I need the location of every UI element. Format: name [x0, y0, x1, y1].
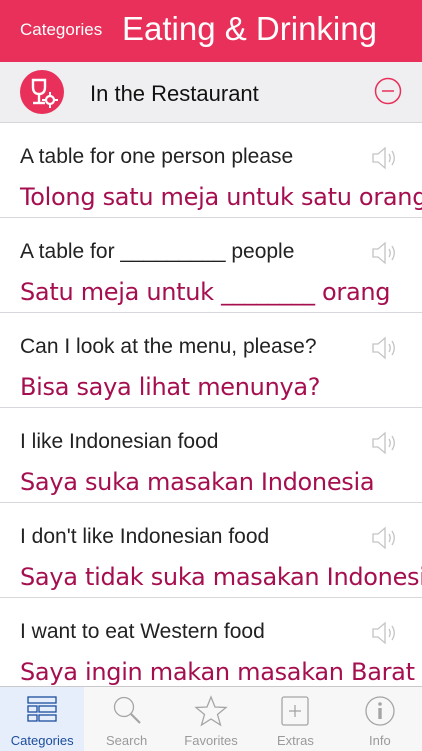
- page-title: Eating & Drinking: [122, 10, 377, 47]
- nav-bar: Categories Eating & Drinking: [0, 0, 422, 62]
- speaker-icon[interactable]: [370, 430, 400, 456]
- tab-bar: Categories Search Favorites Extras Info: [0, 686, 422, 751]
- phrase-translation: Saya tidak suka masakan Indonesia: [20, 563, 422, 591]
- info-icon: [365, 696, 395, 726]
- speaker-icon[interactable]: [370, 240, 400, 266]
- phrase-english: I don't like Indonesian food: [20, 525, 270, 548]
- phrase-english: A table for one person please: [20, 145, 294, 168]
- tab-categories[interactable]: Categories: [0, 687, 85, 751]
- categories-list-icon: [27, 696, 57, 722]
- phrase-translation: Tolong satu meja untuk satu orang: [20, 183, 422, 211]
- phrase-english: I like Indonesian food: [20, 430, 219, 453]
- phrase-translation: Bisa saya lihat menunya?: [20, 373, 321, 401]
- phrase-translation: Saya ingin makan masakan Barat: [20, 658, 415, 686]
- phrase-english: Can I look at the menu, please?: [20, 335, 317, 358]
- phrase-row[interactable]: A table for _________ people Satu meja u…: [0, 218, 422, 313]
- phrase-row[interactable]: I like Indonesian food Saya suka masakan…: [0, 408, 422, 503]
- phrase-list: A table for one person please Tolong sat…: [0, 123, 422, 686]
- speaker-icon[interactable]: [370, 620, 400, 646]
- speaker-icon[interactable]: [370, 335, 400, 361]
- phrase-english: I want to eat Western food: [20, 620, 265, 643]
- wineglass-icon: [20, 70, 64, 114]
- phrase-translation: Satu meja untuk ________ orang: [20, 278, 391, 306]
- phrase-row[interactable]: A table for one person please Tolong sat…: [0, 123, 422, 218]
- tab-extras[interactable]: Extras: [253, 687, 337, 751]
- search-icon: [113, 696, 141, 724]
- star-icon: [194, 695, 228, 727]
- phrase-row[interactable]: I want to eat Western food Saya ingin ma…: [0, 598, 422, 686]
- tab-label: Categories: [10, 733, 74, 748]
- plus-square-icon: [281, 696, 310, 726]
- speaker-icon[interactable]: [370, 145, 400, 171]
- speaker-icon[interactable]: [370, 525, 400, 551]
- phrase-english: A table for _________ people: [20, 240, 295, 263]
- collapse-minus-icon[interactable]: [374, 77, 402, 105]
- phrase-row[interactable]: I don't like Indonesian food Saya tidak …: [0, 503, 422, 598]
- back-to-categories-button[interactable]: Categories: [20, 20, 102, 40]
- section-header[interactable]: In the Restaurant: [0, 62, 422, 123]
- tab-favorites[interactable]: Favorites: [169, 687, 253, 751]
- tab-label: Favorites: [184, 733, 238, 748]
- tab-info[interactable]: Info: [338, 687, 422, 751]
- phrase-translation: Saya suka masakan Indonesia: [20, 468, 375, 496]
- tab-search[interactable]: Search: [84, 687, 168, 751]
- tab-label: Search: [106, 733, 148, 748]
- phrase-row[interactable]: Can I look at the menu, please? Bisa say…: [0, 313, 422, 408]
- tab-label: Extras: [277, 733, 314, 748]
- section-title: In the Restaurant: [90, 81, 259, 106]
- tab-label: Info: [368, 733, 391, 748]
